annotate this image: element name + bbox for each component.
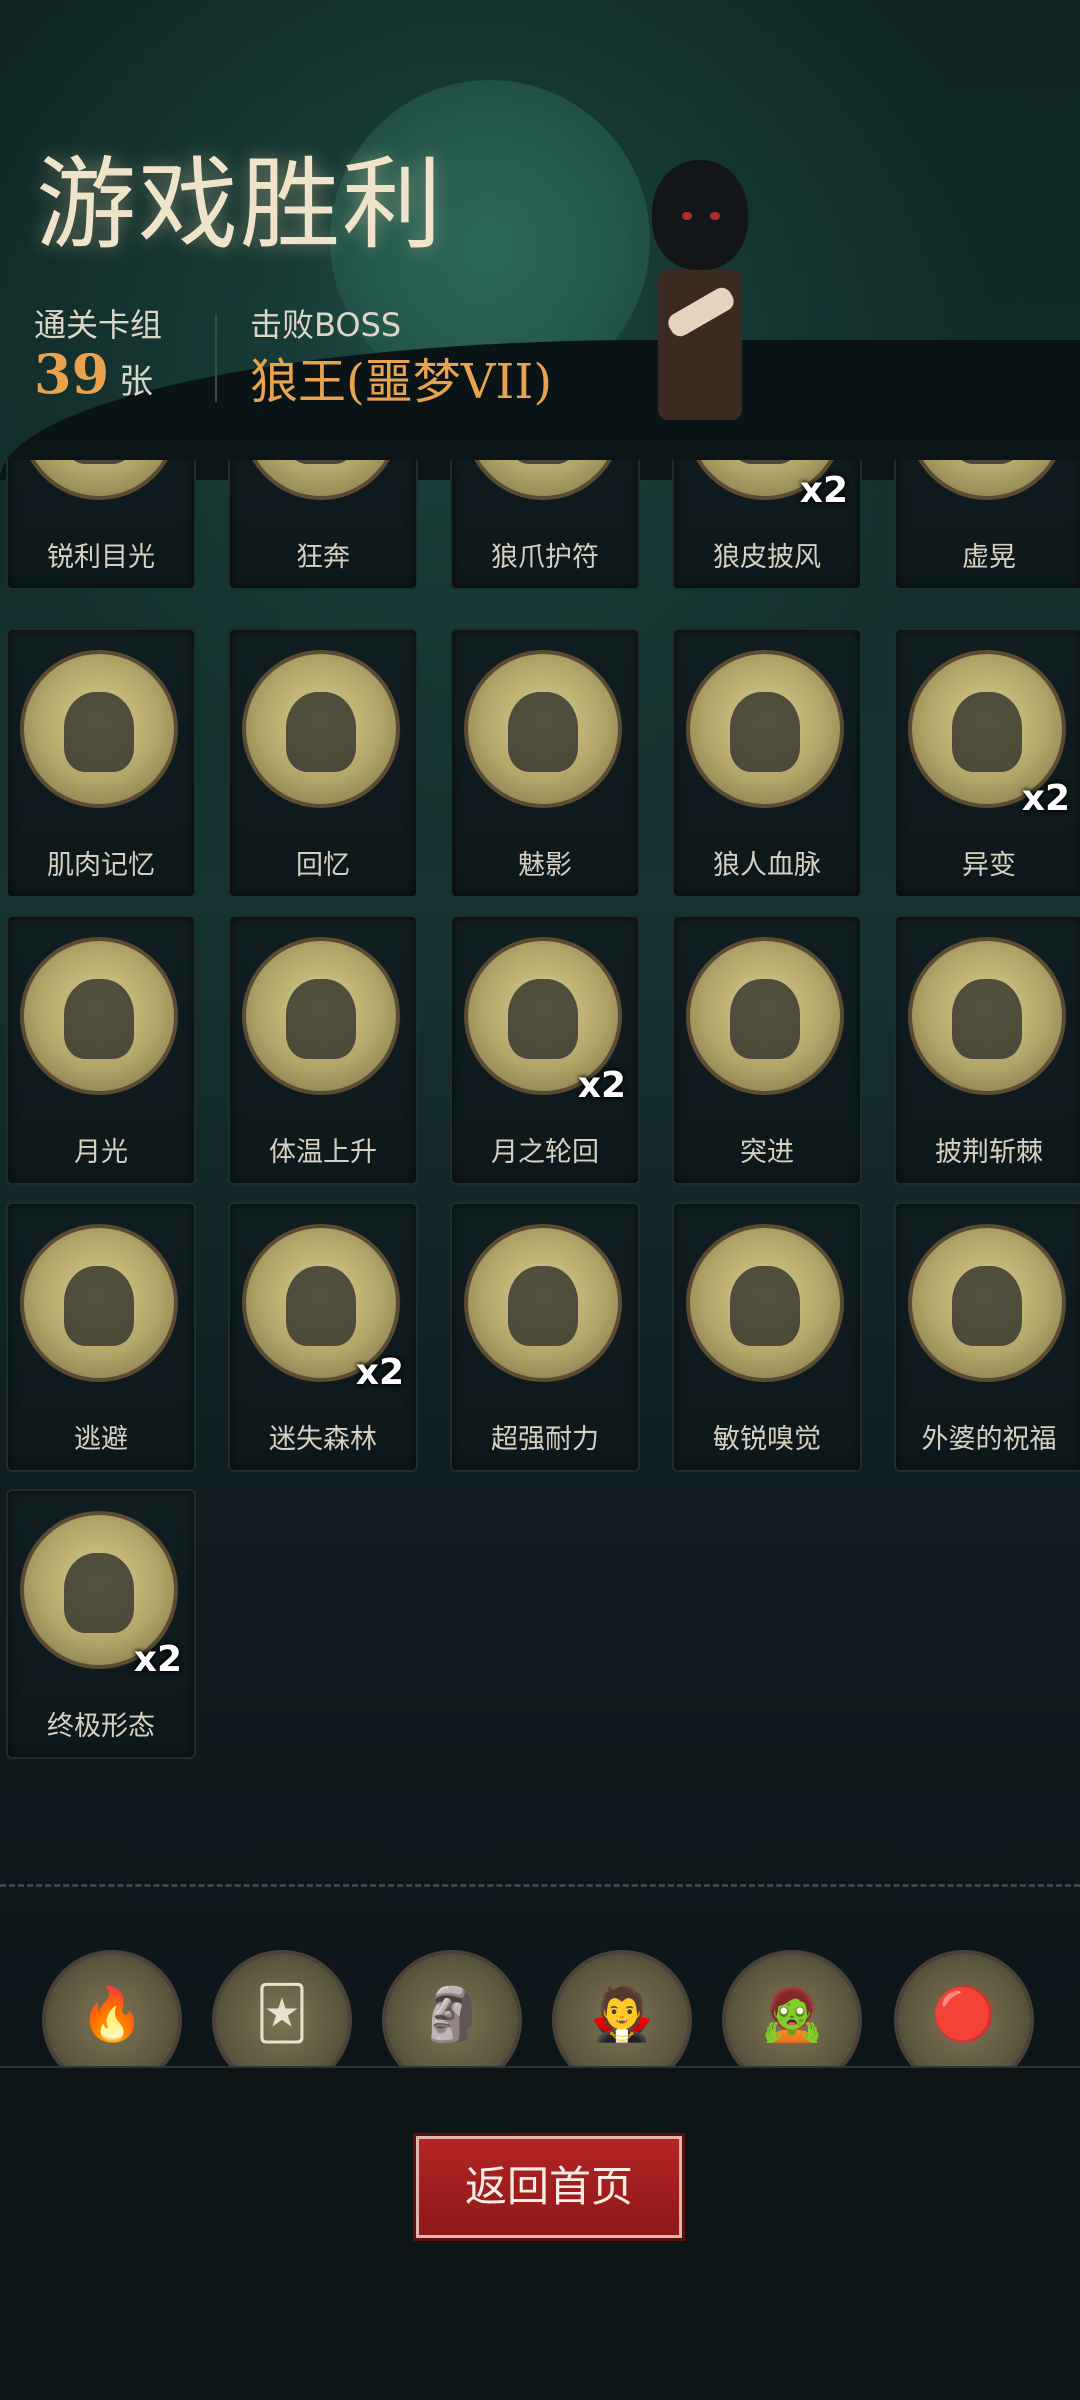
cleared-deck-label: 通关卡组 bbox=[34, 306, 163, 344]
card-name: 狼爪护符 bbox=[491, 542, 599, 573]
card-count-badge: x2 bbox=[1021, 778, 1070, 819]
card-item[interactable]: 终极形态 x2 bbox=[6, 1489, 196, 1759]
card-name: 锐利目光 bbox=[47, 542, 155, 573]
card-art bbox=[686, 650, 844, 808]
card-item[interactable]: 肌肉记忆 bbox=[6, 628, 196, 898]
card-name: 逃避 bbox=[74, 1424, 128, 1455]
card-art bbox=[242, 650, 400, 808]
relic-glyph: 🔥 bbox=[79, 1985, 145, 2045]
card-art bbox=[20, 937, 178, 1095]
card-name: 虚晃 bbox=[962, 542, 1016, 573]
card-item[interactable]: 虚晃 bbox=[894, 460, 1080, 590]
spiral-card-icon[interactable]: 🃏 bbox=[212, 1950, 352, 2070]
card-art bbox=[20, 650, 178, 808]
return-home-button[interactable]: 返回首页 bbox=[416, 2136, 682, 2238]
relic-glyph: 🧛 bbox=[589, 1985, 655, 2045]
card-count-badge: x2 bbox=[133, 1639, 182, 1680]
card-art bbox=[242, 937, 400, 1095]
card-name: 体温上升 bbox=[269, 1137, 377, 1168]
card-art bbox=[20, 1224, 178, 1382]
stat-divider bbox=[215, 314, 217, 402]
relic-glyph: 🔴 bbox=[931, 1985, 997, 2045]
card-name: 超强耐力 bbox=[491, 1424, 599, 1455]
card-count-badge: x2 bbox=[577, 1065, 626, 1106]
victory-title: 游戏胜利 bbox=[36, 146, 444, 263]
card-art bbox=[20, 460, 178, 500]
card-item[interactable]: 体温上升 bbox=[228, 915, 418, 1185]
card-art bbox=[908, 1224, 1066, 1382]
card-name: 敏锐嗅觉 bbox=[713, 1424, 821, 1455]
card-art bbox=[464, 650, 622, 808]
card-name: 狂奔 bbox=[296, 542, 350, 573]
card-item[interactable]: 狼皮披风 x2 bbox=[672, 460, 862, 590]
card-count-badge: x2 bbox=[355, 1352, 404, 1393]
card-item[interactable]: 敏锐嗅觉 bbox=[672, 1202, 862, 1472]
boss-name: 狼王(噩梦VII) bbox=[250, 354, 553, 410]
card-item[interactable]: 逃避 bbox=[6, 1202, 196, 1472]
card-name: 月之轮回 bbox=[491, 1137, 599, 1168]
card-name: 月光 bbox=[74, 1137, 128, 1168]
vampire-icon[interactable]: 🧛 bbox=[552, 1950, 692, 2070]
card-art bbox=[686, 937, 844, 1095]
card-art bbox=[686, 1224, 844, 1382]
card-art bbox=[464, 1224, 622, 1382]
cleared-deck-unit: 张 bbox=[119, 362, 154, 402]
statue-icon[interactable]: 🗿 bbox=[382, 1950, 522, 2070]
card-name: 狼人血脉 bbox=[713, 850, 821, 881]
cleared-deck-value: 39 张 bbox=[34, 342, 153, 406]
card-art bbox=[908, 460, 1066, 500]
card-name: 终极形态 bbox=[47, 1711, 155, 1742]
card-item[interactable]: 狼人血脉 bbox=[672, 628, 862, 898]
card-name: 回忆 bbox=[296, 850, 350, 881]
card-item[interactable]: 异变 x2 bbox=[894, 628, 1080, 898]
boss-label: 击败BOSS bbox=[250, 306, 402, 344]
card-item[interactable]: 突进 bbox=[672, 915, 862, 1185]
relic-glyph: 🃏 bbox=[255, 1984, 309, 2044]
card-item[interactable]: 超强耐力 bbox=[450, 1202, 640, 1472]
card-name: 魅影 bbox=[518, 850, 572, 881]
card-name: 迷失森林 bbox=[269, 1424, 377, 1455]
relic-row: 🔥 🃏 🗿 🧛 🧟 🔴 bbox=[0, 1950, 1080, 2070]
card-grid: 锐利目光 狂奔 狼爪护符 狼皮披风 x2 虚晃 肌肉记忆 回忆 魅影 狼人血脉 异变 x2 月光 体温上升… bbox=[0, 460, 1080, 1760]
card-art bbox=[464, 460, 622, 500]
card-art bbox=[908, 937, 1066, 1095]
card-item[interactable]: 狼爪护符 bbox=[450, 460, 640, 590]
card-item[interactable]: 狂奔 bbox=[228, 460, 418, 590]
card-name: 肌肉记忆 bbox=[47, 850, 155, 881]
card-item[interactable]: 迷失森林 x2 bbox=[228, 1202, 418, 1472]
relic-glyph: 🗿 bbox=[419, 1985, 485, 2045]
red-orbs-icon[interactable]: 🔴 bbox=[894, 1950, 1034, 2070]
card-item[interactable]: 外婆的祝福 bbox=[894, 1202, 1080, 1472]
card-item[interactable]: 月之轮回 x2 bbox=[450, 915, 640, 1185]
card-item[interactable]: 魅影 bbox=[450, 628, 640, 898]
card-item[interactable]: 锐利目光 bbox=[6, 460, 196, 590]
card-art bbox=[242, 460, 400, 500]
relic-glyph: 🧟 bbox=[759, 1985, 825, 2045]
card-name: 狼皮披风 bbox=[713, 542, 821, 573]
card-name: 外婆的祝福 bbox=[921, 1424, 1057, 1455]
card-count-badge: x2 bbox=[799, 470, 848, 511]
boss-portrait bbox=[640, 160, 760, 440]
cleared-deck-count: 39 bbox=[34, 342, 110, 406]
card-item[interactable]: 回忆 bbox=[228, 628, 418, 898]
victory-header: 游戏胜利 通关卡组 39 张 击败BOSS 狼王(噩梦VII) bbox=[0, 0, 1080, 460]
zombie-icon[interactable]: 🧟 bbox=[722, 1950, 862, 2070]
card-name: 异变 bbox=[962, 850, 1016, 881]
fire-altar-icon[interactable]: 🔥 bbox=[42, 1950, 182, 2070]
card-name: 突进 bbox=[740, 1137, 794, 1168]
card-name: 披荆斩棘 bbox=[935, 1137, 1043, 1168]
card-item[interactable]: 月光 bbox=[6, 915, 196, 1185]
card-item[interactable]: 披荆斩棘 bbox=[894, 915, 1080, 1185]
section-divider bbox=[0, 1884, 1080, 1887]
